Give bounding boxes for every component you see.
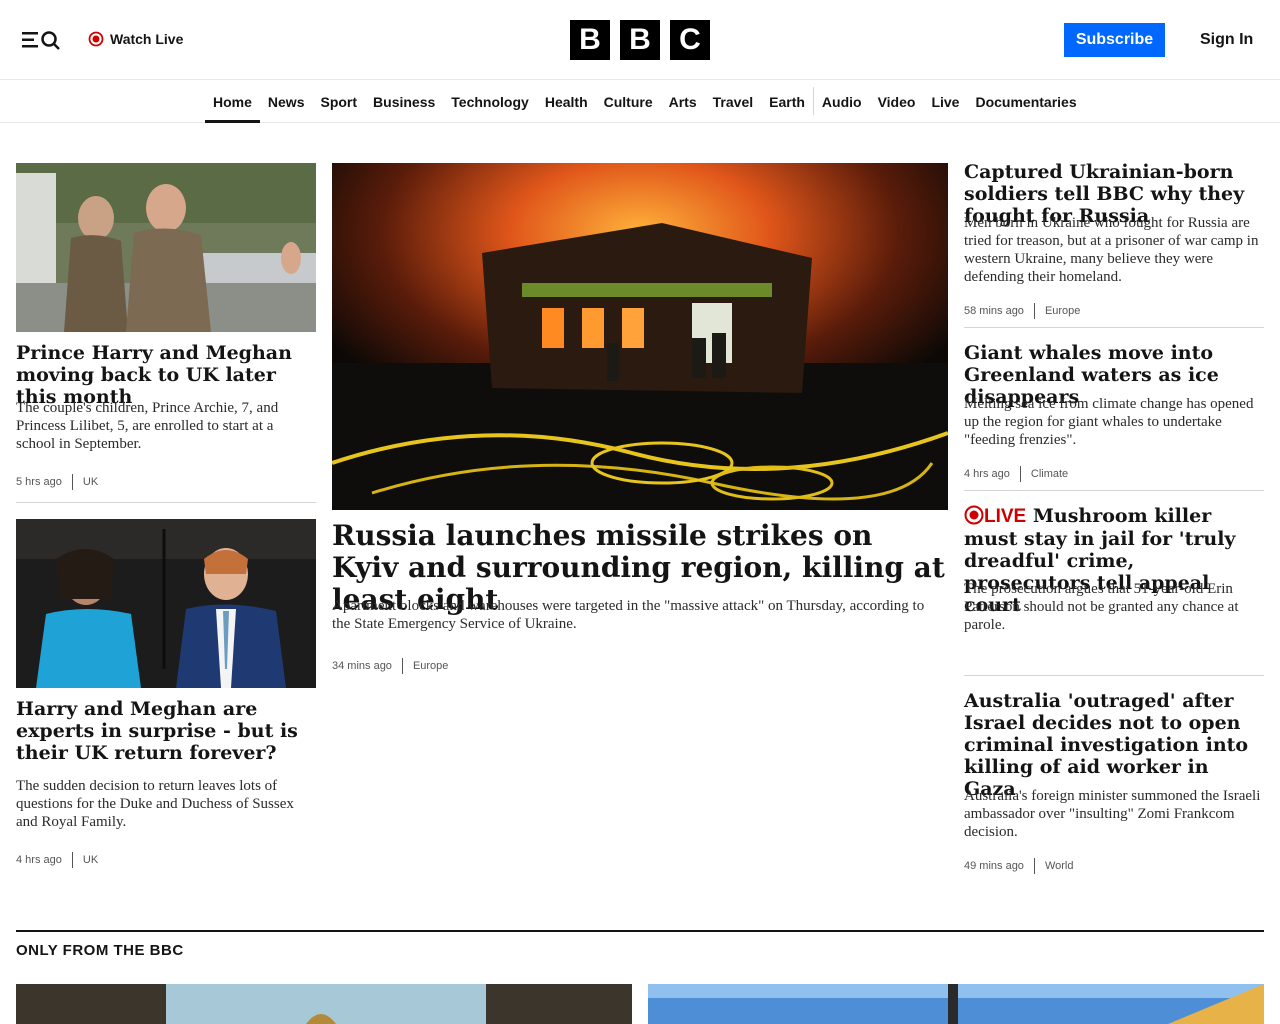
nav-item-travel[interactable]: Travel: [705, 81, 761, 122]
nav-item-live[interactable]: Live: [923, 81, 967, 122]
nav-item-earth[interactable]: Earth: [761, 81, 813, 122]
menu-search-icon: [22, 31, 60, 50]
story-summary: Melting sea ice from climate change has …: [964, 396, 1254, 448]
story-meta: 34 mins ago Europe: [332, 658, 448, 674]
story-category-link[interactable]: UK: [83, 476, 98, 488]
logo-letter: B: [570, 20, 610, 60]
top-bar: Watch Live B B C Subscribe Sign In: [0, 0, 1280, 80]
menu-search-button[interactable]: [20, 28, 62, 52]
bbc-logo[interactable]: B B C: [570, 20, 710, 60]
logo-letter: B: [620, 20, 660, 60]
story-meta: 58 mins ago Europe: [964, 303, 1080, 319]
section-rule: [16, 930, 1264, 932]
watch-live-link[interactable]: Watch Live: [88, 28, 183, 50]
sign-in-button[interactable]: Sign In: [1192, 28, 1261, 52]
story-meta: 4 hrs ago Climate: [964, 466, 1068, 482]
meta-separator: [71, 852, 73, 868]
nav-item-sport[interactable]: Sport: [312, 81, 365, 122]
lead-story-summary: Apartment blocks and warehouses were tar…: [332, 598, 925, 632]
story-headline[interactable]: Harry and Meghan are experts in surprise…: [16, 698, 316, 764]
nav-item-arts[interactable]: Arts: [661, 81, 705, 122]
story-divider: [964, 327, 1264, 328]
nav-item-health[interactable]: Health: [537, 81, 596, 122]
story-meta: 5 hrs ago UK: [16, 474, 98, 490]
story-summary: The couple's children, Prince Archie, 7,…: [16, 400, 279, 452]
section-title: ONLY FROM THE BBC: [16, 942, 184, 959]
nav-item-audio[interactable]: Audio: [814, 81, 870, 122]
main-nav: Home News Sport Business Technology Heal…: [0, 81, 1280, 123]
subscribe-button[interactable]: Subscribe: [1064, 23, 1165, 57]
story-category-link[interactable]: Europe: [413, 660, 448, 672]
story-meta: 4 hrs ago UK: [16, 852, 98, 868]
meta-separator: [1033, 303, 1035, 319]
story-divider: [964, 675, 1264, 676]
story-headline[interactable]: Australia 'outraged' after Israel decide…: [964, 690, 1264, 800]
story-category-link[interactable]: Climate: [1031, 468, 1068, 480]
nav-item-video[interactable]: Video: [870, 81, 924, 122]
nav-item-home[interactable]: Home: [205, 81, 260, 123]
story-category-link[interactable]: UK: [83, 854, 98, 866]
meta-separator: [1019, 466, 1021, 482]
story-time: 58 mins ago: [964, 305, 1024, 317]
meta-separator: [401, 658, 403, 674]
nav-item-technology[interactable]: Technology: [443, 81, 537, 122]
story-divider: [964, 490, 1264, 491]
lead-story-image-fire[interactable]: [332, 163, 948, 510]
meta-separator: [1033, 858, 1035, 874]
story-summary: Men born in Ukraine who fought for Russi…: [964, 215, 1259, 285]
story-time: 34 mins ago: [332, 660, 392, 672]
story-image-harry-meghan-umbrella[interactable]: [16, 519, 316, 688]
nav-item-business[interactable]: Business: [365, 81, 443, 122]
nav-item-news[interactable]: News: [260, 81, 313, 122]
live-icon: [88, 31, 104, 47]
story-category-link[interactable]: Europe: [1045, 305, 1080, 317]
nav-item-documentaries[interactable]: Documentaries: [967, 81, 1084, 122]
story-summary: Australia's foreign minister summoned th…: [964, 788, 1261, 840]
story-time: 4 hrs ago: [16, 854, 62, 866]
feature-image-left[interactable]: [16, 984, 632, 1024]
live-badge: LIVE: [984, 506, 1027, 527]
feature-image-right[interactable]: [648, 984, 1264, 1024]
story-time: 4 hrs ago: [964, 468, 1010, 480]
watch-live-label: Watch Live: [110, 31, 184, 47]
logo-letter: C: [670, 20, 710, 60]
story-time: 49 mins ago: [964, 860, 1024, 872]
story-time: 5 hrs ago: [16, 476, 62, 488]
story-meta: 49 mins ago World: [964, 858, 1073, 874]
story-summary: The prosecution argues that 51-year-old …: [964, 581, 1239, 633]
story-divider: [16, 502, 316, 503]
live-icon: [964, 505, 984, 525]
story-image-harry-meghan[interactable]: [16, 163, 316, 332]
meta-separator: [71, 474, 73, 490]
nav-item-culture[interactable]: Culture: [596, 81, 661, 122]
story-category-link[interactable]: World: [1045, 860, 1074, 872]
story-summary: The sudden decision to return leaves lot…: [16, 778, 294, 830]
